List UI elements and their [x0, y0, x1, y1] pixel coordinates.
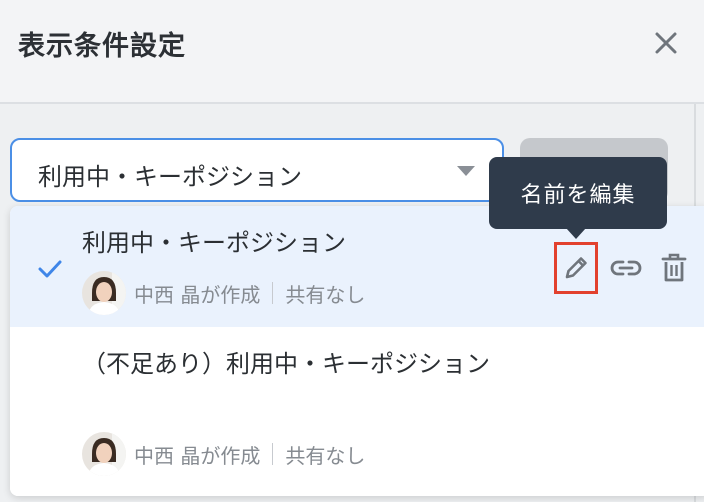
- list-item[interactable]: （不足あり）利用中・キーポジション 中西 晶が作成 共有なし: [10, 327, 704, 496]
- dialog-header: 表示条件設定: [0, 0, 704, 104]
- close-button[interactable]: [648, 25, 684, 61]
- select-value: 利用中・キーポジション: [38, 163, 302, 191]
- rename-button[interactable]: [554, 242, 598, 294]
- rename-tooltip: 名前を編集: [489, 157, 667, 229]
- delete-button[interactable]: [656, 250, 692, 286]
- avatar: [82, 432, 126, 476]
- meta-divider: [272, 443, 274, 465]
- option-name: （不足あり）利用中・キーポジション: [82, 350, 490, 378]
- meta-divider: [272, 282, 274, 304]
- option-name: 利用中・キーポジション: [82, 229, 346, 257]
- tooltip-arrow: [566, 228, 586, 239]
- link-icon: [610, 260, 642, 276]
- option-meta: 中西 晶が作成 共有なし: [82, 432, 365, 476]
- caret-down-icon: [457, 166, 475, 176]
- option-meta: 中西 晶が作成 共有なし: [82, 271, 365, 315]
- sharing-text: 共有なし: [285, 443, 366, 468]
- condition-select[interactable]: 利用中・キーポジション: [10, 138, 504, 202]
- creator-text: 中西 晶が作成: [134, 443, 261, 468]
- close-icon: [655, 32, 677, 54]
- check-icon: [38, 260, 62, 278]
- copy-link-button[interactable]: [608, 250, 644, 286]
- dialog-title: 表示条件設定: [18, 31, 186, 62]
- creator-text: 中西 晶が作成: [134, 282, 261, 307]
- condition-dropdown-list: 利用中・キーポジション 中西 晶が作成 共有なし （不足あり）利用中・キーポジシ…: [10, 206, 704, 496]
- pencil-icon: [565, 257, 587, 279]
- trash-icon: [661, 253, 687, 282]
- avatar: [82, 271, 126, 315]
- sharing-text: 共有なし: [285, 282, 366, 307]
